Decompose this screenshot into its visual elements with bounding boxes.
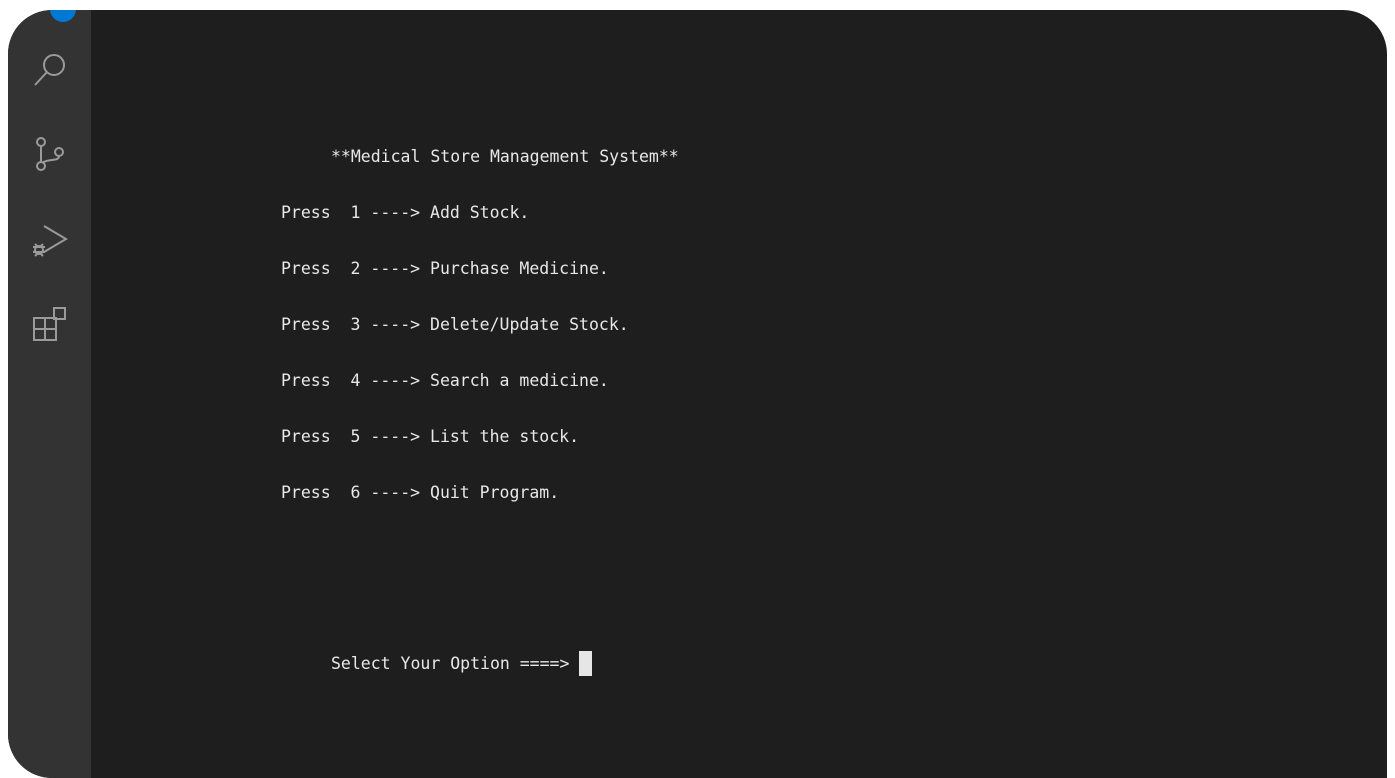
activity-bar bbox=[8, 10, 91, 778]
prompt-text: Select Your Option ====> bbox=[331, 653, 570, 673]
search-icon[interactable] bbox=[28, 48, 72, 92]
program-title: **Medical Store Management System** bbox=[331, 147, 679, 166]
menu-option: Press 2 ----> Purchase Medicine. bbox=[281, 259, 609, 278]
editor-window: **Medical Store Management System** Pres… bbox=[8, 10, 1387, 778]
source-control-icon[interactable] bbox=[28, 132, 72, 176]
menu-option: Press 1 ----> Add Stock. bbox=[281, 203, 530, 222]
run-debug-icon[interactable] bbox=[28, 218, 72, 262]
account-badge bbox=[50, 10, 76, 22]
terminal-panel[interactable]: **Medical Store Management System** Pres… bbox=[91, 10, 1387, 778]
menu-option: Press 6 ----> Quit Program. bbox=[281, 483, 560, 502]
option-prompt[interactable]: Select Your Option ====> bbox=[331, 651, 593, 676]
menu-option: Press 3 ----> Delete/Update Stock. bbox=[281, 315, 629, 334]
menu-option: Press 4 ----> Search a medicine. bbox=[281, 371, 609, 390]
menu-option: Press 5 ----> List the stock. bbox=[281, 427, 580, 446]
text-cursor bbox=[579, 651, 593, 676]
extensions-icon[interactable] bbox=[28, 302, 72, 346]
